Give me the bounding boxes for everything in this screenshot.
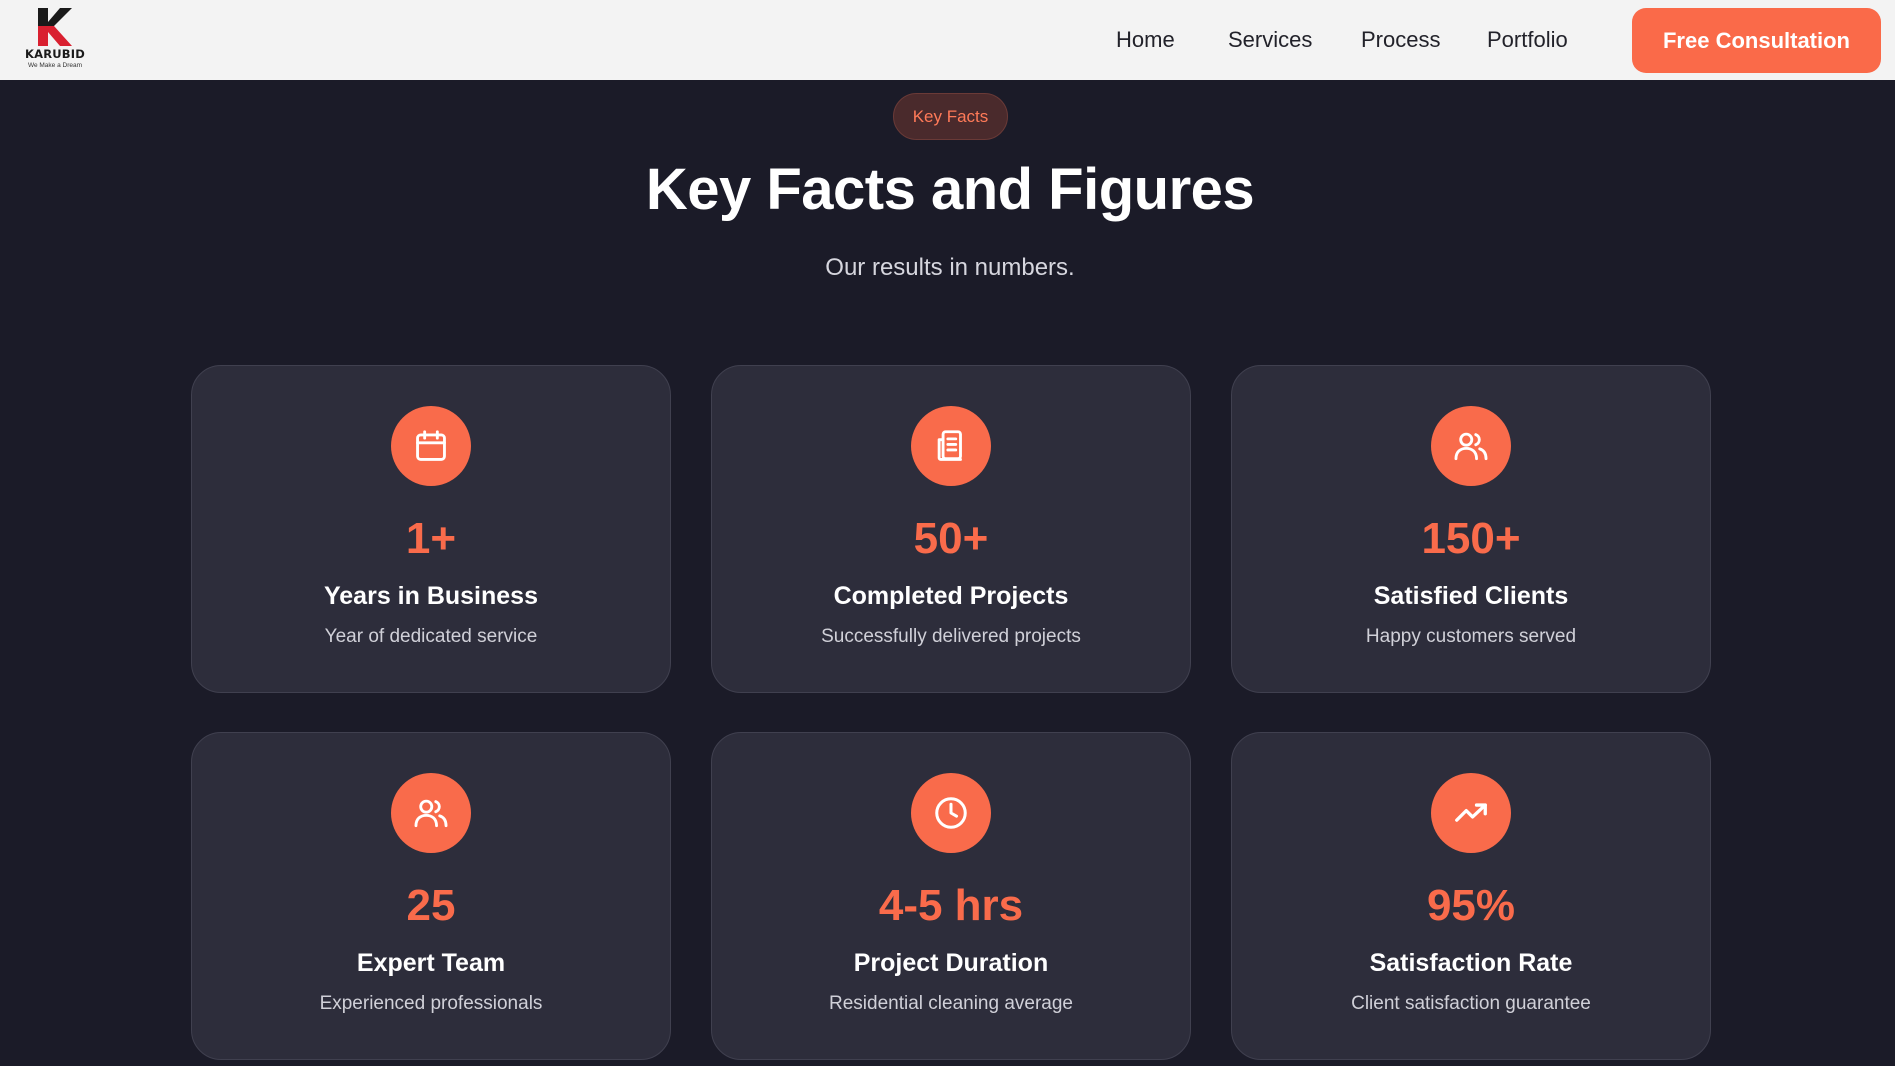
stat-description: Residential cleaning average: [829, 993, 1073, 1014]
logo-mark-icon: [38, 8, 72, 46]
brand-tagline: We Make a Dream: [27, 62, 83, 69]
stat-label: Satisfied Clients: [1373, 582, 1569, 610]
stat-description: Happy customers served: [1365, 626, 1577, 647]
stat-label: Years in Business: [323, 582, 538, 610]
section-badge: Key Facts: [893, 93, 1008, 140]
stat-value: 1+: [405, 514, 457, 563]
clock-icon: [911, 773, 991, 853]
stat-description: Client satisfaction guarantee: [1351, 993, 1591, 1014]
stat-value: 50+: [913, 514, 989, 563]
nav-link-home[interactable]: Home: [1116, 27, 1175, 53]
stat-description: Experienced professionals: [319, 993, 543, 1014]
stat-value: 95%: [1426, 881, 1516, 930]
brand-logo[interactable]: KARUBID We Make a Dream: [20, 8, 90, 72]
document-icon: [911, 406, 991, 486]
stat-card-projects: 50+ Completed Projects Successfully deli…: [711, 365, 1191, 693]
calendar-icon: [391, 406, 471, 486]
stat-card-team: 25 Expert Team Experienced professionals: [191, 732, 671, 1060]
nav-link-process[interactable]: Process: [1361, 27, 1440, 53]
stat-value: 4-5 hrs: [878, 881, 1024, 930]
section-subtitle: Our results in numbers.: [825, 254, 1075, 281]
trending-up-icon: [1431, 773, 1511, 853]
brand-name: KARUBID: [25, 47, 85, 61]
nav-link-services[interactable]: Services: [1228, 27, 1312, 53]
stat-label: Satisfaction Rate: [1369, 949, 1573, 977]
free-consultation-button[interactable]: Free Consultation: [1632, 8, 1881, 73]
stat-description: Successfully delivered projects: [821, 626, 1081, 647]
team-icon: [391, 773, 471, 853]
section-title: Key Facts and Figures: [645, 157, 1255, 222]
stat-description: Year of dedicated service: [324, 626, 538, 647]
stat-value: 25: [406, 881, 456, 930]
stat-value: 150+: [1421, 514, 1521, 563]
stat-card-years: 1+ Years in Business Year of dedicated s…: [191, 365, 671, 693]
stat-card-duration: 4-5 hrs Project Duration Residential cle…: [711, 732, 1191, 1060]
nav-link-portfolio[interactable]: Portfolio: [1487, 27, 1568, 53]
stat-card-clients: 150+ Satisfied Clients Happy customers s…: [1231, 365, 1711, 693]
site-header: KARUBID We Make a Dream Home Services Pr…: [0, 0, 1895, 80]
stat-card-satisfaction: 95% Satisfaction Rate Client satisfactio…: [1231, 732, 1711, 1060]
stat-label: Expert Team: [356, 949, 506, 977]
stat-label: Completed Projects: [833, 582, 1069, 610]
stat-label: Project Duration: [853, 949, 1049, 977]
users-icon: [1431, 406, 1511, 486]
